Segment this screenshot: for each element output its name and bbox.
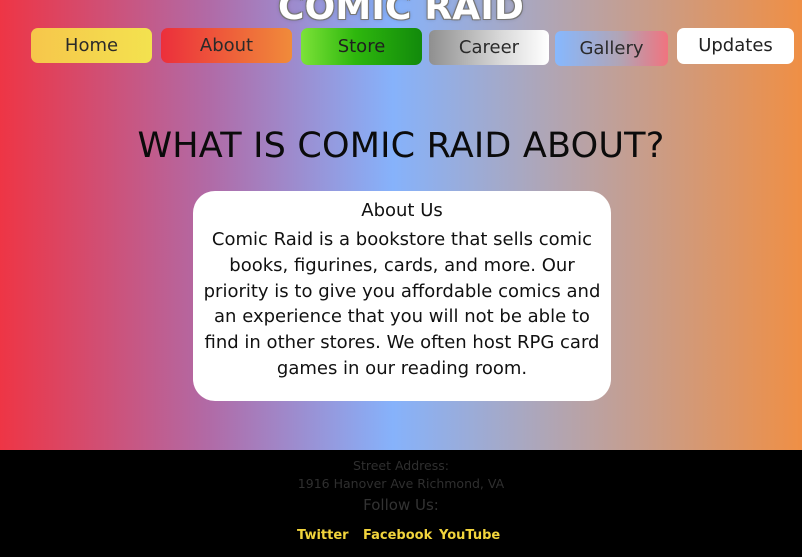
nav-store-button[interactable]: Store [301,28,422,65]
about-card-title: About Us [361,200,443,221]
facebook-link[interactable]: Facebook [363,527,432,545]
twitter-link[interactable]: Twitter [297,527,349,545]
top-navigation: Home About Store Career Gallery Updates [0,28,802,66]
social-links: Twitter Facebook YouTube [0,527,802,545]
site-title: COMIC RAID [277,0,525,28]
nav-about-button[interactable]: About [161,28,292,63]
about-card: About Us Comic Raid is a bookstore that … [193,191,611,401]
nav-home-button[interactable]: Home [31,28,152,63]
youtube-link[interactable]: YouTube [439,527,500,545]
street-address-value: 1916 Hanover Ave Richmond, VA [297,476,505,491]
nav-gallery-button[interactable]: Gallery [555,31,668,66]
footer: Street Address: 1916 Hanover Ave Richmon… [0,450,802,557]
page: COMIC RAID Home About Store Career Galle… [0,0,802,557]
hero-section: COMIC RAID Home About Store Career Galle… [0,0,802,450]
follow-us-label: Follow Us: [363,496,439,514]
nav-updates-button[interactable]: Updates [677,28,794,64]
street-address-label: Street Address: [353,458,449,473]
about-card-text: Comic Raid is a bookstore that sells com… [203,229,601,379]
nav-career-button[interactable]: Career [429,30,549,65]
page-title: WHAT IS COMIC RAID ABOUT? [137,126,665,167]
